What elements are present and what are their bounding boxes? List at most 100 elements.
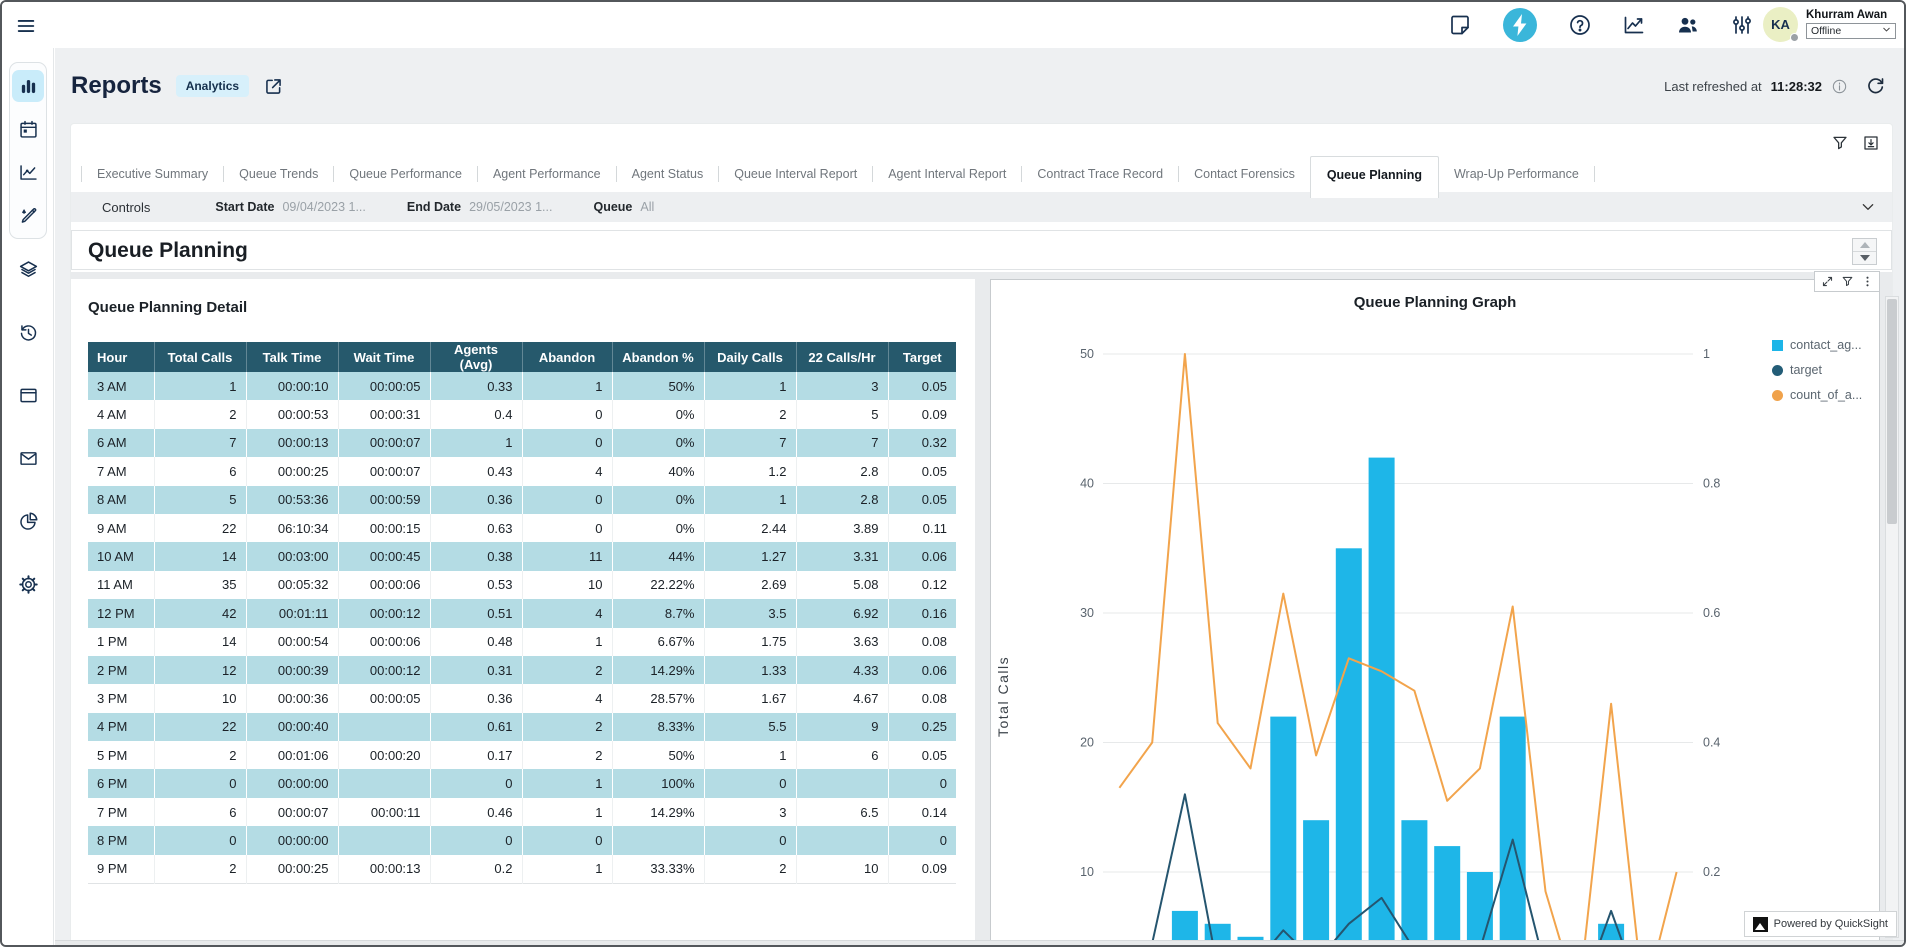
history-icon (18, 322, 39, 343)
table-cell: 10 (796, 855, 888, 883)
legend-item-contactag[interactable]: contact_ag... (1772, 338, 1862, 352)
page-down-button[interactable] (1853, 252, 1876, 264)
table-cell: 0 (430, 769, 522, 797)
maximize-icon[interactable] (1821, 275, 1834, 288)
tab-agent-interval-report[interactable]: Agent Interval Report (873, 156, 1021, 192)
sliders-icon[interactable] (1730, 13, 1754, 37)
column-header[interactable]: 22 Calls/Hr (796, 342, 888, 372)
table-cell: 00:00:07 (246, 798, 338, 826)
control-end-date[interactable]: End Date29/05/2023 1... (407, 200, 553, 214)
sidebar-item-bar-chart[interactable] (12, 70, 44, 102)
sidebar (2, 48, 54, 945)
column-header[interactable]: Abandon % (612, 342, 704, 372)
bottom-scrollbar[interactable] (55, 940, 1904, 945)
sidebar-item-design[interactable] (12, 199, 44, 231)
refresh-area: Last refreshed at 11:28:32 (1664, 76, 1886, 97)
sidebar-item-mail[interactable] (12, 442, 44, 474)
table-row: 7 PM600:00:0700:00:110.46114.29%36.50.14 (88, 798, 956, 826)
external-link-icon[interactable] (263, 76, 284, 97)
sidebar-item-gear[interactable] (12, 568, 44, 600)
table-cell: 7 (796, 429, 888, 457)
column-header[interactable]: Target (888, 342, 956, 372)
table-cell: 8 AM (88, 486, 154, 514)
card-actions (1831, 134, 1880, 152)
tab-queue-interval-report[interactable]: Queue Interval Report (719, 156, 872, 192)
sidebar-item-pie-chart[interactable] (12, 505, 44, 537)
tab-queue-performance[interactable]: Queue Performance (334, 156, 477, 192)
agents-icon[interactable] (1676, 13, 1700, 37)
quicksight-logo-icon (1753, 917, 1768, 932)
column-header[interactable]: Talk Time (246, 342, 338, 372)
table-cell: 3.89 (796, 514, 888, 542)
table-cell: 0.61 (430, 713, 522, 741)
info-icon[interactable] (1831, 78, 1848, 95)
table-cell: 2 (522, 713, 612, 741)
svg-text:50: 50 (1080, 347, 1094, 361)
kebab-menu-icon[interactable] (1861, 275, 1874, 288)
table-cell: 5.5 (704, 713, 796, 741)
collapse-chevron-icon[interactable] (1860, 199, 1876, 215)
legend-item-countofa[interactable]: count_of_a... (1772, 388, 1862, 402)
table-cell: 0.16 (888, 599, 956, 627)
table-cell: 1 (704, 486, 796, 514)
bolt-icon[interactable] (1502, 7, 1538, 43)
help-icon[interactable] (1568, 13, 1592, 37)
table-cell: 00:00:06 (338, 628, 430, 656)
control-queue[interactable]: QueueAll (593, 200, 654, 214)
tab-queue-trends[interactable]: Queue Trends (224, 156, 333, 192)
filter-icon[interactable] (1831, 134, 1849, 152)
tab-executive-summary[interactable]: Executive Summary (82, 156, 223, 192)
scrollbar-thumb[interactable] (1887, 299, 1897, 524)
table-cell: 7 AM (88, 457, 154, 485)
main-area: Reports Analytics Last refreshed at 11:2… (55, 48, 1904, 945)
page-up-button[interactable] (1853, 239, 1876, 252)
sidebar-item-window[interactable] (12, 379, 44, 411)
column-header[interactable]: Abandon (522, 342, 612, 372)
refresh-icon[interactable] (1865, 76, 1886, 97)
table-cell: 0.05 (888, 457, 956, 485)
note-icon[interactable] (1448, 13, 1472, 37)
tab-agent-status[interactable]: Agent Status (617, 156, 719, 192)
table-cell: 1.75 (704, 628, 796, 656)
export-download-icon[interactable] (1862, 134, 1880, 152)
tab-contact-forensics[interactable]: Contact Forensics (1179, 156, 1310, 192)
line-series-countofa[interactable] (1119, 354, 1676, 947)
legend-item-target[interactable]: target (1772, 363, 1862, 377)
table-cell: 2 (704, 400, 796, 428)
sidebar-item-line-chart[interactable] (12, 156, 44, 188)
column-header[interactable]: Agents (Avg) (430, 342, 522, 372)
table-cell: 0% (612, 486, 704, 514)
table-cell: 1 (522, 628, 612, 656)
column-header[interactable]: Hour (88, 342, 154, 372)
table-cell: 1.27 (704, 542, 796, 570)
tab-queue-planning[interactable]: Queue Planning (1310, 156, 1439, 198)
column-header[interactable]: Wait Time (338, 342, 430, 372)
table-cell: 3.5 (704, 599, 796, 627)
table-title: Queue Planning Detail (71, 279, 975, 316)
vertical-scrollbar[interactable] (1885, 296, 1899, 938)
tab-contract-trace-record[interactable]: Contract Trace Record (1022, 156, 1178, 192)
table-cell: 9 AM (88, 514, 154, 542)
chart-visual-panel[interactable]: Queue Planning Graph Total Calls 501400.… (990, 279, 1880, 945)
table-cell: 2 (522, 656, 612, 684)
user-menu[interactable]: KA Khurram Awan Offline (1763, 7, 1896, 42)
column-header[interactable]: Daily Calls (704, 342, 796, 372)
column-header[interactable]: Total Calls (154, 342, 246, 372)
bars-series-contactag[interactable] (1106, 458, 1689, 947)
tab-wrap-up-performance[interactable]: Wrap-Up Performance (1439, 156, 1594, 192)
sidebar-item-calendar[interactable] (12, 113, 44, 145)
dashboard-card: Executive SummaryQueue TrendsQueue Perfo… (71, 124, 1892, 945)
sidebar-item-history[interactable] (12, 316, 44, 348)
table-visual-panel[interactable]: Queue Planning Detail HourTotal CallsTal… (71, 279, 975, 945)
hamburger-menu-icon[interactable] (15, 15, 37, 37)
table-cell: 14.29% (612, 656, 704, 684)
visual-filter-icon[interactable] (1841, 275, 1854, 288)
sidebar-item-layers[interactable] (12, 253, 44, 285)
metrics-icon[interactable] (1622, 13, 1646, 37)
tab-agent-performance[interactable]: Agent Performance (478, 156, 616, 192)
control-start-date[interactable]: Start Date09/04/2023 1... (215, 200, 365, 214)
page-title: Reports (71, 72, 162, 100)
report-tabs: Executive SummaryQueue TrendsQueue Perfo… (81, 156, 1832, 192)
status-select[interactable]: Offline (1806, 23, 1896, 39)
sheet-heading: Queue Planning (72, 231, 1891, 263)
